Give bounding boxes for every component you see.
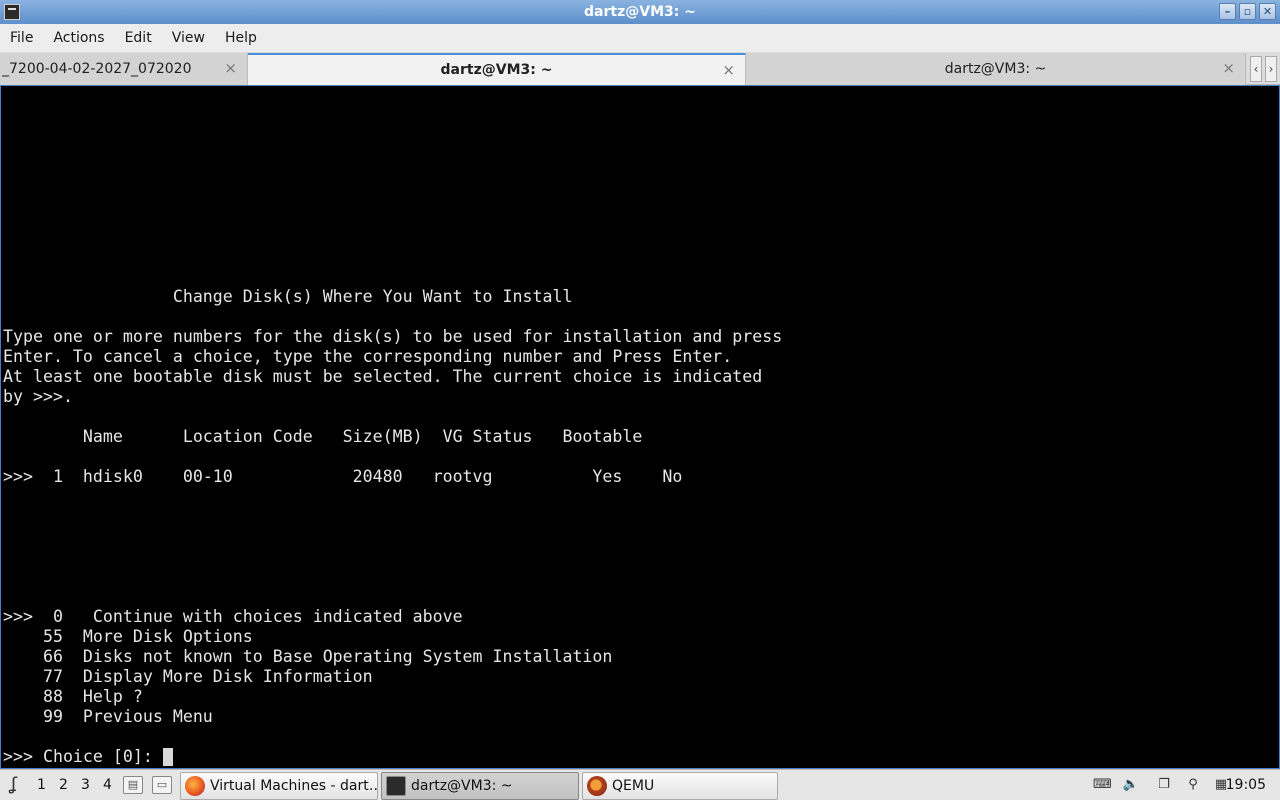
menu-option: 66 Disks not known to Base Operating Sys… bbox=[3, 647, 613, 666]
tab-1[interactable]: _7200-04-02-2027_072020 × bbox=[0, 53, 248, 85]
instruction-line: At least one bootable disk must be selec… bbox=[3, 367, 763, 386]
instruction-line: Enter. To cancel a choice, type the corr… bbox=[3, 347, 733, 366]
file-manager-icon[interactable]: ▭ bbox=[152, 776, 172, 794]
task-qemu[interactable]: QEMU bbox=[582, 772, 778, 800]
taskbar: ʆ 1 2 3 4 ▤ ▭ Virtual Machines - dart… d… bbox=[0, 769, 1280, 800]
menu-file[interactable]: File bbox=[0, 30, 43, 46]
disk-row: >>> 1 hdisk0 00-10 20480 rootvg Yes No bbox=[3, 467, 683, 486]
task-terminal[interactable]: dartz@VM3: ~ bbox=[381, 772, 579, 800]
close-tab-icon[interactable]: × bbox=[224, 59, 237, 77]
task-label: QEMU bbox=[612, 778, 655, 794]
task-virtual-machines[interactable]: Virtual Machines - dart… bbox=[180, 772, 378, 800]
clock: 19:05 bbox=[1225, 777, 1266, 793]
maximize-button[interactable]: ▫ bbox=[1239, 3, 1256, 20]
menu-option: >>> 0 Continue with choices indicated ab… bbox=[3, 607, 463, 626]
scroll-tabs-left-button[interactable]: ‹ bbox=[1250, 56, 1262, 82]
instruction-line: by >>>. bbox=[3, 387, 73, 406]
close-tab-icon[interactable]: × bbox=[1222, 59, 1235, 77]
tab-label: dartz@VM3: ~ bbox=[440, 62, 553, 78]
show-desktop-icon[interactable]: ▤ bbox=[123, 776, 143, 794]
choice-prompt: >>> Choice [0]: bbox=[3, 747, 163, 766]
keyboard-icon[interactable]: ⌨ bbox=[1093, 777, 1112, 793]
desktop-4-button[interactable]: 4 bbox=[103, 777, 112, 793]
task-label: dartz@VM3: ~ bbox=[411, 778, 513, 794]
menu-actions[interactable]: Actions bbox=[43, 30, 114, 46]
start-menu-icon[interactable]: ʆ bbox=[4, 775, 24, 795]
task-label: Virtual Machines - dart… bbox=[210, 778, 377, 794]
tab-2[interactable]: dartz@VM3: ~ × bbox=[248, 53, 746, 85]
clipboard-icon[interactable]: ❐ bbox=[1155, 777, 1173, 793]
menu-view[interactable]: View bbox=[162, 30, 215, 46]
menu-bar: File Actions Edit View Help bbox=[0, 24, 1280, 52]
window-titlebar[interactable]: dartz@VM3: ~ – ▫ ✕ bbox=[0, 0, 1280, 24]
terminal-output[interactable]: Change Disk(s) Where You Want to Install… bbox=[0, 85, 1280, 769]
close-tab-icon[interactable]: × bbox=[722, 61, 735, 79]
tab-bar: _7200-04-02-2027_072020 × dartz@VM3: ~ ×… bbox=[0, 52, 1280, 85]
scroll-tabs-right-button[interactable]: › bbox=[1265, 56, 1277, 82]
firefox-icon bbox=[185, 776, 205, 796]
close-button[interactable]: ✕ bbox=[1259, 3, 1276, 20]
window-title: dartz@VM3: ~ bbox=[584, 4, 696, 20]
menu-option: 88 Help ? bbox=[3, 687, 143, 706]
qemu-icon bbox=[587, 776, 607, 796]
desktop-1-button[interactable]: 1 bbox=[37, 777, 46, 793]
desktop-3-button[interactable]: 3 bbox=[81, 777, 90, 793]
terminal-icon bbox=[4, 4, 20, 20]
tab-label: _7200-04-02-2027_072020 bbox=[2, 61, 192, 77]
volume-icon[interactable]: 🔈 bbox=[1122, 777, 1140, 793]
minimize-button[interactable]: – bbox=[1219, 3, 1236, 20]
window-controls: – ▫ ✕ bbox=[1219, 3, 1276, 20]
menu-edit[interactable]: Edit bbox=[115, 30, 162, 46]
menu-option: 55 More Disk Options bbox=[3, 627, 253, 646]
menu-option: 99 Previous Menu bbox=[3, 707, 213, 726]
disk-table-header: Name Location Code Size(MB) VG Status Bo… bbox=[3, 427, 643, 446]
desktop-2-button[interactable]: 2 bbox=[59, 777, 68, 793]
tab-3[interactable]: dartz@VM3: ~ × bbox=[746, 53, 1246, 85]
screen-heading: Change Disk(s) Where You Want to Install bbox=[3, 287, 573, 306]
instruction-line: Type one or more numbers for the disk(s)… bbox=[3, 327, 783, 346]
menu-option: 77 Display More Disk Information bbox=[3, 667, 373, 686]
menu-help[interactable]: Help bbox=[215, 30, 267, 46]
text-cursor bbox=[163, 748, 173, 766]
search-icon[interactable]: ⚲ bbox=[1184, 777, 1202, 793]
terminal-icon bbox=[386, 776, 406, 796]
tab-label: dartz@VM3: ~ bbox=[944, 61, 1047, 77]
